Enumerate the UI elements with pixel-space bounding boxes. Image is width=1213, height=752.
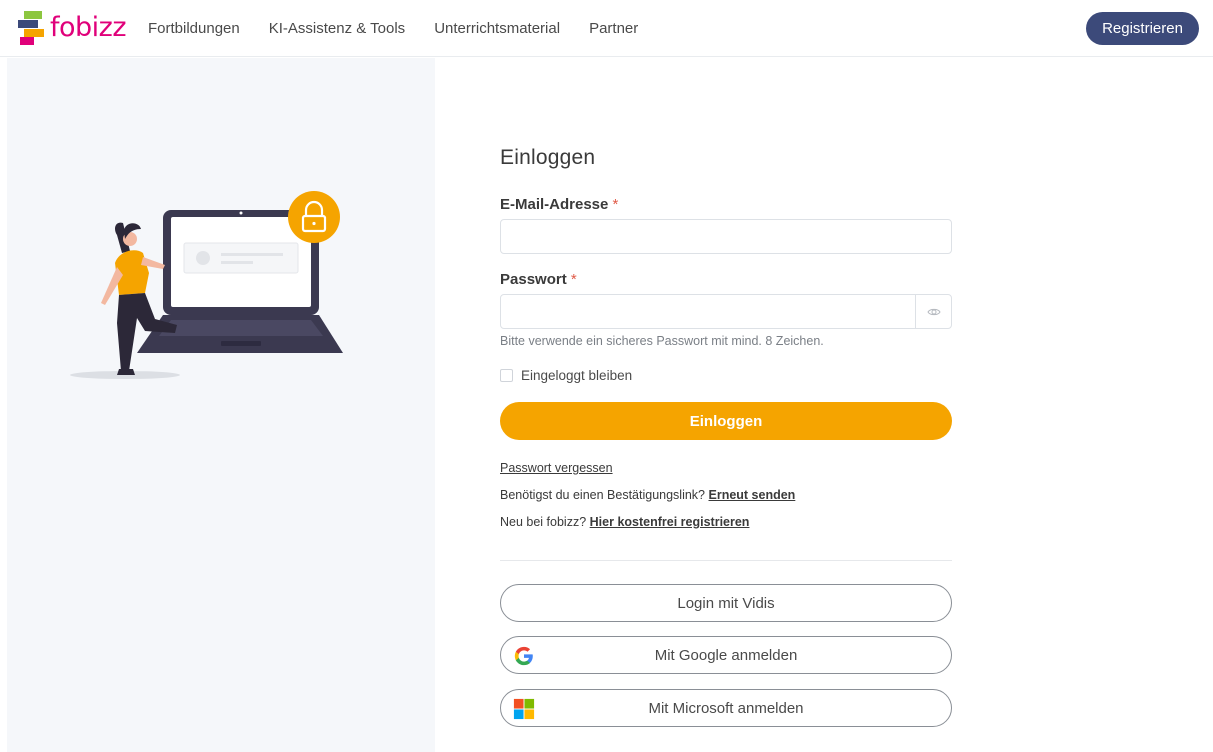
password-field	[500, 294, 952, 329]
remember-me[interactable]: Eingeloggt bleiben	[500, 368, 632, 383]
resend-link[interactable]: Erneut senden	[709, 488, 796, 502]
divider	[500, 560, 952, 561]
forgot-password-line: Passwort vergessen	[500, 461, 613, 475]
logo-text: fobizz	[50, 12, 127, 43]
login-illustration	[70, 191, 343, 379]
email-label: E-Mail-Adresse *	[500, 196, 618, 213]
register-line: Neu bei fobizz? Hier kostenfrei registri…	[500, 515, 749, 529]
password-label-text: Passwort	[500, 271, 567, 288]
email-input[interactable]	[500, 219, 952, 254]
microsoft-login-button[interactable]: Mit Microsoft anmelden	[500, 689, 952, 727]
register-free-link[interactable]: Hier kostenfrei registrieren	[590, 515, 750, 529]
nav-partner[interactable]: Partner	[589, 20, 638, 37]
required-mark: *	[570, 271, 577, 288]
google-icon	[514, 646, 533, 666]
toggle-password-visibility[interactable]	[915, 295, 951, 328]
logo-mark-icon	[18, 11, 44, 45]
remember-checkbox[interactable]	[500, 369, 513, 382]
fobizz-logo[interactable]: fobizz	[18, 10, 128, 46]
nav-ki-assistenz-tools[interactable]: KI-Assistenz & Tools	[269, 20, 405, 37]
eye-icon	[926, 308, 941, 315]
new-user-text: Neu bei fobizz?	[500, 515, 587, 529]
nav-fortbildungen[interactable]: Fortbildungen	[148, 20, 240, 37]
vidis-login-button[interactable]: Login mit Vidis	[500, 584, 952, 622]
password-input[interactable]	[501, 295, 915, 328]
main-nav: Fortbildungen KI-Assistenz & Tools Unter…	[148, 0, 667, 56]
vidis-label: Login mit Vidis	[677, 594, 775, 612]
microsoft-label: Mit Microsoft anmelden	[648, 699, 804, 717]
top-header: fobizz Fortbildungen KI-Assistenz & Tool…	[0, 0, 1213, 57]
google-label: Mit Google anmelden	[654, 646, 798, 664]
nav-unterrichtsmaterial[interactable]: Unterrichtsmaterial	[434, 20, 560, 37]
page-title: Einloggen	[500, 146, 596, 169]
confirm-text: Benötigst du einen Bestätigungslink?	[500, 488, 706, 502]
remember-label: Eingeloggt bleiben	[521, 368, 633, 383]
microsoft-icon	[513, 698, 535, 720]
login-button[interactable]: Einloggen	[500, 402, 952, 440]
password-hint: Bitte verwende ein sicheres Passwort mit…	[500, 334, 824, 348]
illustration-panel	[7, 58, 435, 752]
email-label-text: E-Mail-Adresse	[500, 196, 609, 213]
password-label: Passwort *	[500, 271, 577, 288]
register-button[interactable]: Registrieren	[1086, 12, 1199, 45]
resend-confirmation-line: Benötigst du einen Bestätigungslink? Ern…	[500, 488, 795, 502]
google-login-button[interactable]: Mit Google anmelden	[500, 636, 952, 674]
required-mark: *	[612, 196, 619, 213]
forgot-password-link[interactable]: Passwort vergessen	[500, 461, 613, 475]
